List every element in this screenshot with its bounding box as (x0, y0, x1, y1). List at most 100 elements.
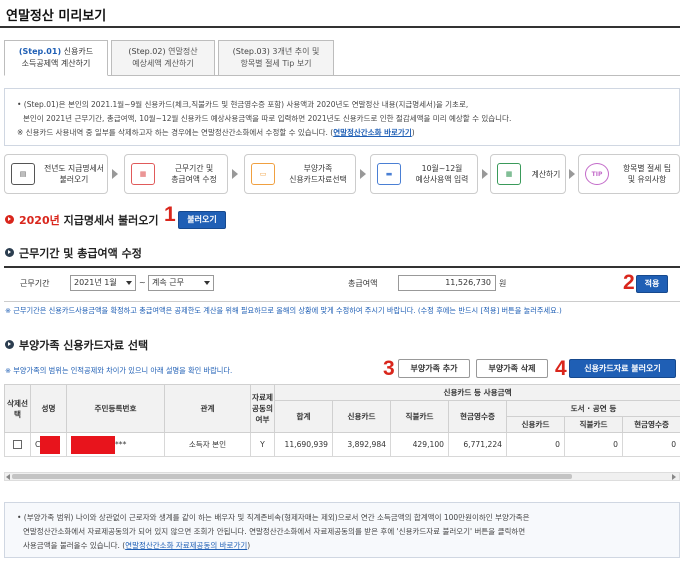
info-note: ※ 신용카드 사용내역 중 일부를 삭제하고자 하는 경우에는 연말정산간소화에… (17, 126, 667, 140)
period-tilde: ~ (139, 278, 146, 287)
col-header-id: 주민등록번호 (66, 384, 165, 433)
id-suffix: *** (115, 439, 127, 449)
scroll-left-icon[interactable] (6, 474, 10, 480)
col-header-culture-credit: 신용카드 (506, 416, 565, 433)
tab-step-label: (Step.03) (232, 47, 270, 56)
add-dependent-button[interactable]: 부양가족 추가 (398, 359, 470, 378)
section-title-dependents: 부양가족 신용카드자료 선택 (19, 339, 149, 352)
arrow-right-icon (232, 169, 238, 179)
tab-label: 소득공제액 계산하기 (21, 59, 91, 68)
flow-label: 예상사용액 입력 (415, 175, 469, 184)
col-header-total: 합계 (274, 400, 333, 433)
tab-label: 예상세액 계산하기 (132, 59, 194, 68)
info-line: 연말정산간소화에서 자료제공동의가 되어 있지 않으면 조회가 안됩니다. 연말… (23, 527, 526, 536)
period-end-select[interactable]: 계속 근무 (148, 275, 214, 291)
arrow-right-icon (112, 169, 118, 179)
load-statement-button[interactable]: 불러오기 (178, 211, 226, 229)
cell-relation: 소득자 본인 (164, 432, 251, 457)
col-header-cash: 현금영수증 (448, 400, 507, 433)
dependents-note: ※ 부양가족의 범위는 인적공제와 차이가 있으니 아래 설명을 확인 바랍니다… (5, 366, 233, 375)
cell-credit: 3,892,984 (332, 432, 391, 457)
scrollbar-thumb[interactable] (12, 474, 572, 479)
calendar-icon: ▦ (131, 163, 155, 185)
tab-label: 3개년 추이 및 (272, 47, 320, 56)
flow-label: 계산하기 (531, 169, 561, 179)
tab-step-03[interactable]: (Step.03) 3개년 추이 및 항목별 절세 Tip 보기 (218, 40, 334, 76)
period-start-select[interactable]: 2021년 1월 (70, 275, 136, 291)
flow-step-load-statement: ▤ 전년도 지급명세서불러오기 (4, 154, 108, 194)
flow-label: 전년도 지급명세서 (44, 164, 104, 173)
info-line: • (부양가족 범위) 나이와 상관없이 근로자와 생계를 같이 하는 배우자 … (17, 513, 530, 522)
step-marker-4: 4 (555, 357, 567, 380)
col-header-usage-group: 신용카드 등 사용금액 (273, 384, 680, 401)
tab-step-02[interactable]: (Step.02) 연말정산 예상세액 계산하기 (111, 40, 215, 76)
tab-step-01[interactable]: (Step.01) 신용카드 소득공제액 계산하기 (4, 40, 108, 76)
redacted-id (71, 435, 115, 454)
row-select-checkbox[interactable] (13, 440, 22, 450)
flow-label: 부양가족 (303, 164, 333, 173)
monitor-icon: ▭ (251, 163, 275, 185)
salary-label: 총급여액 (348, 279, 378, 288)
section-bullet-icon (5, 340, 14, 349)
section-bullet-icon (5, 215, 14, 224)
info-line: • (Step.01)은 본인의 2021.1월~9월 신용카드(체크,직불카드… (17, 100, 469, 109)
col-header-relation: 관계 (164, 384, 251, 433)
flow-step-calculate: ▦ 계산하기 (490, 154, 566, 194)
flow-label: 신용카드자료선택 (289, 175, 347, 184)
page-title: 연말정산 미리보기 (6, 9, 107, 24)
apply-button[interactable]: 적용 (636, 275, 668, 293)
flow-label: 불러오기 (59, 175, 89, 184)
scroll-right-icon[interactable] (672, 474, 676, 480)
salary-unit: 원 (499, 279, 507, 288)
step-marker-3: 3 (383, 357, 395, 380)
table-row: C *** 소득자 본인 Y 11,690,939 3,892,984 429,… (4, 432, 680, 457)
cell-total: 11,690,939 (274, 432, 333, 457)
load-card-data-button[interactable]: 신용카드자료 불러오기 (569, 359, 676, 378)
col-header-name: 성명 (30, 384, 67, 433)
arrow-right-icon (360, 169, 366, 179)
tab-divider (108, 75, 680, 76)
calculator-icon: ▦ (497, 163, 521, 185)
flow-label: 총급여액 수정 (171, 175, 217, 184)
step-marker-2: 2 (623, 271, 635, 294)
tab-step-label: (Step.02) (128, 47, 166, 56)
consent-link[interactable]: 연말정산간소화 자료제공동의 바로가기 (125, 541, 247, 550)
period-label: 근무기간 (20, 279, 50, 288)
cell-culture-debit: 0 (564, 432, 623, 457)
salary-input[interactable]: 11,526,730 (398, 275, 496, 291)
tab-step-label: (Step.01) (18, 47, 62, 56)
info-line: ※ 신용카드 사용내역 중 일부를 삭제하고자 하는 경우에는 연말정산간소화에… (17, 128, 334, 137)
cell-cash: 6,771,224 (448, 432, 507, 457)
col-header-debit: 직불카드 (390, 400, 449, 433)
flow-label: 10월~12월 (421, 164, 463, 173)
flow-step-tips: TIP 항목별 절세 팁및 유의사항 (578, 154, 680, 194)
flow-label: 항목별 절세 팁 (623, 164, 671, 173)
flow-label: 및 유의사항 (627, 175, 667, 184)
redacted-name (40, 435, 61, 454)
tab-label: 항목별 절세 Tip 보기 (240, 59, 312, 68)
section-year: 2020년 (19, 214, 60, 227)
arrow-right-icon (569, 169, 575, 179)
tip-icon: TIP (585, 163, 609, 185)
delete-dependent-button[interactable]: 부양가족 삭제 (476, 359, 548, 378)
tab-label: 신용카드 (63, 47, 94, 56)
period-note: ※ 근무기간은 신용카드사용금액을 확정하고 총급여액은 공제한도 계산을 위해… (5, 306, 562, 315)
info-box: • (Step.01)은 본인의 2021.1월~9월 신용카드(체크,직불카드… (4, 88, 680, 146)
section-title-load-statement: 2020년 지급명세서 불러오기 (19, 214, 159, 227)
cell-debit: 429,100 (390, 432, 449, 457)
info-line: 본인이 2021년 근무기간, 총급여액, 10월~12월 신용카드 예상사용금… (23, 114, 512, 123)
section-bullet-icon (5, 248, 14, 257)
flow-step-period-salary: ▦ 근무기간 및총급여액 수정 (124, 154, 228, 194)
section-title-period-salary: 근무기간 및 총급여액 수정 (19, 247, 142, 260)
cell-provide: Y (250, 432, 275, 457)
col-header-provide: 자료제공동의여부 (250, 384, 275, 433)
tab-label: 연말정산 (168, 47, 198, 56)
flow-label: 근무기간 및 (174, 164, 214, 173)
col-header-credit: 신용카드 (332, 400, 391, 433)
flow-step-dependents: ▭ 부양가족신용카드자료선택 (244, 154, 356, 194)
simplified-service-link[interactable]: 연말정산간소화 바로가기 (333, 128, 412, 137)
document-icon: ▤ (11, 163, 35, 185)
dependents-info-box: • (부양가족 범위) 나이와 상관없이 근로자와 생계를 같이 하는 배우자 … (4, 502, 680, 558)
info-line: 사용금액을 불러올수 있습니다. ( (23, 541, 126, 550)
step-marker-1: 1 (164, 203, 176, 226)
